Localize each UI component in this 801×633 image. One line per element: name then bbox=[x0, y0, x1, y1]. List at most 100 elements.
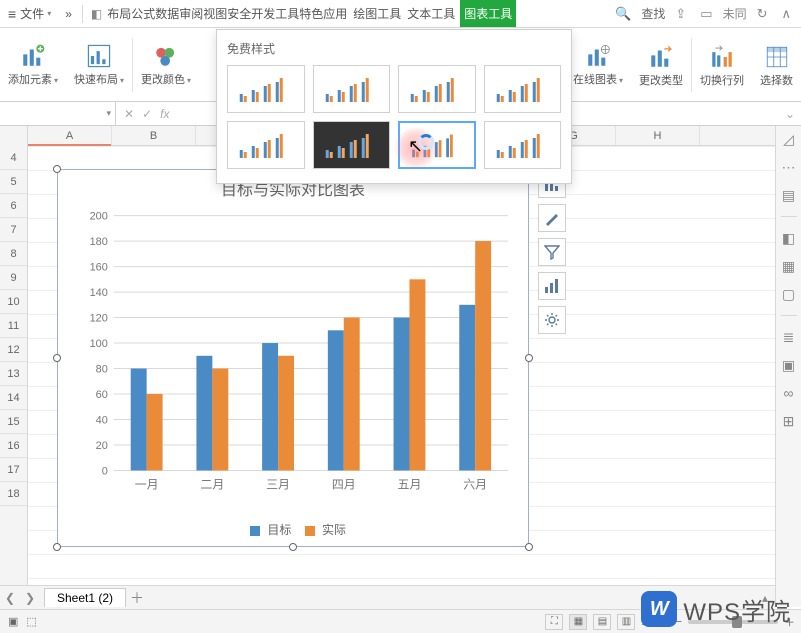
row-header[interactable]: 12 bbox=[0, 338, 27, 362]
popover-title: 免费样式 bbox=[227, 40, 561, 57]
side-select-icon[interactable]: ◿ bbox=[780, 130, 798, 148]
chart-filter-button[interactable] bbox=[538, 238, 566, 266]
side-link-icon[interactable]: ∞ bbox=[780, 384, 798, 402]
menu-more[interactable]: » bbox=[59, 7, 78, 21]
expand-fx-icon[interactable]: ⌄ bbox=[779, 107, 801, 121]
chevron-down-icon: ▾ bbox=[106, 108, 111, 119]
tab-prev[interactable]: ◧ bbox=[87, 0, 106, 27]
chart-legend[interactable]: 目标 实际 bbox=[58, 521, 528, 538]
view-pagebreak-icon[interactable]: ▥ bbox=[617, 614, 635, 630]
window-icon[interactable]: ▭ bbox=[696, 6, 716, 22]
sheet-nav-prev[interactable]: ❮ bbox=[0, 591, 20, 605]
resize-handle[interactable] bbox=[525, 354, 533, 362]
sheet-tab[interactable]: Sheet1 (2) bbox=[44, 588, 126, 607]
style-thumb-1[interactable] bbox=[227, 65, 305, 113]
ribbon-select-data[interactable]: 选择数 bbox=[752, 28, 801, 101]
view-pagelayout-icon[interactable]: ▤ bbox=[593, 614, 611, 630]
row-header[interactable]: 10 bbox=[0, 290, 27, 314]
style-thumb-8[interactable] bbox=[484, 121, 562, 169]
style-thumb-6[interactable] bbox=[313, 121, 391, 169]
side-layers-icon[interactable]: ▤ bbox=[780, 186, 798, 204]
ribbon-change-type-label: 更改类型 bbox=[639, 75, 683, 87]
record-macro-icon[interactable]: ▣ bbox=[8, 615, 18, 628]
ribbon-add-element[interactable]: 添加元素 bbox=[0, 28, 66, 101]
style-thumb-3[interactable] bbox=[398, 65, 476, 113]
resize-handle[interactable] bbox=[53, 543, 61, 551]
side-more-icon[interactable]: ⋯ bbox=[780, 158, 798, 176]
row-header[interactable]: 8 bbox=[0, 242, 27, 266]
row-header[interactable]: 6 bbox=[0, 194, 27, 218]
svg-text:100: 100 bbox=[90, 338, 108, 350]
tab-chart-tools[interactable]: 图表工具 bbox=[460, 0, 516, 27]
chart-settings-button[interactable] bbox=[538, 306, 566, 334]
share-icon[interactable]: ⇪ bbox=[671, 6, 690, 22]
svg-text:80: 80 bbox=[96, 364, 108, 376]
resize-handle[interactable] bbox=[53, 165, 61, 173]
thumb-chart-icon bbox=[232, 126, 300, 162]
name-box[interactable]: ▾ bbox=[0, 102, 116, 125]
chart-stats-button[interactable] bbox=[538, 272, 566, 300]
side-bars-icon[interactable]: ≣ bbox=[780, 328, 798, 346]
style-thumb-2[interactable] bbox=[313, 65, 391, 113]
sheet-grid[interactable]: 目标与实际对比图表 020406080100120140160180200一月二… bbox=[28, 146, 775, 607]
switch-rowcol-icon bbox=[708, 43, 736, 71]
column-header[interactable]: A bbox=[28, 126, 112, 145]
ribbon-online-chart[interactable]: 在线图表 bbox=[565, 28, 631, 101]
resize-handle[interactable] bbox=[53, 354, 61, 362]
side-grid-icon[interactable]: ▦ bbox=[780, 257, 798, 275]
svg-text:四月: 四月 bbox=[332, 477, 356, 491]
collapse-ribbon-icon[interactable]: ∧ bbox=[777, 6, 795, 22]
file-label: 文件 bbox=[20, 5, 44, 22]
ribbon-switch-rowcol[interactable]: 切换行列 bbox=[692, 28, 752, 101]
tabs-compact[interactable]: 布局公式数据审阅视图安全开发工具特色应用 bbox=[106, 0, 348, 27]
row-header[interactable]: 15 bbox=[0, 410, 27, 434]
file-menu[interactable]: ≡ 文件 ▾ bbox=[0, 0, 59, 27]
row-header[interactable]: 11 bbox=[0, 314, 27, 338]
row-header[interactable]: 14 bbox=[0, 386, 27, 410]
style-thumb-4[interactable] bbox=[484, 65, 562, 113]
side-shape-icon[interactable]: ◧ bbox=[780, 229, 798, 247]
ribbon-change-color[interactable]: 更改颜色 bbox=[133, 28, 199, 101]
fx-enter-icon[interactable]: ✓ bbox=[142, 107, 152, 121]
embedded-chart[interactable]: 目标与实际对比图表 020406080100120140160180200一月二… bbox=[57, 169, 529, 547]
side-box-icon[interactable]: ▢ bbox=[780, 285, 798, 303]
tab-text-tools[interactable]: 文本工具 bbox=[406, 0, 456, 27]
legend-label-1: 目标 bbox=[267, 523, 291, 537]
resize-handle[interactable] bbox=[525, 543, 533, 551]
style-thumb-7[interactable] bbox=[398, 121, 476, 169]
resize-handle[interactable] bbox=[289, 543, 297, 551]
style-thumb-grid bbox=[227, 65, 561, 169]
row-header[interactable]: 17 bbox=[0, 458, 27, 482]
thumb-chart-icon bbox=[318, 70, 386, 106]
hamburger-icon: ≡ bbox=[8, 6, 16, 22]
sheet-nav-next[interactable]: ❯ bbox=[20, 591, 40, 605]
fullscreen-icon[interactable]: ⛶ bbox=[545, 614, 563, 630]
row-header[interactable]: 9 bbox=[0, 266, 27, 290]
fx-icon[interactable]: fx bbox=[160, 107, 169, 121]
column-header[interactable]: H bbox=[616, 126, 700, 145]
tab-draw-tools[interactable]: 绘图工具 bbox=[352, 0, 402, 27]
side-image-icon[interactable]: ▣ bbox=[780, 356, 798, 374]
row-header[interactable]: 13 bbox=[0, 362, 27, 386]
row-header[interactable]: 16 bbox=[0, 434, 27, 458]
row-header[interactable]: 18 bbox=[0, 482, 27, 506]
ribbon-change-type[interactable]: 更改类型 bbox=[631, 28, 691, 101]
chart-plot-area[interactable]: 020406080100120140160180200一月二月三月四月五月六月 bbox=[68, 204, 518, 502]
chart-style-button[interactable] bbox=[538, 204, 566, 232]
row-header[interactable]: 7 bbox=[0, 218, 27, 242]
svg-text:120: 120 bbox=[90, 313, 108, 325]
sync-icon[interactable]: ↻ bbox=[753, 6, 772, 22]
search-label[interactable]: 查找 bbox=[641, 5, 665, 22]
add-sheet-button[interactable]: ＋ bbox=[126, 588, 148, 608]
search-icon[interactable]: 🔍 bbox=[611, 6, 635, 22]
fx-cancel-icon[interactable]: ✕ bbox=[124, 107, 134, 121]
ribbon-quick-layout[interactable]: 快速布局 bbox=[66, 28, 132, 101]
style-thumb-5[interactable] bbox=[227, 121, 305, 169]
row-header[interactable]: 4 bbox=[0, 146, 27, 170]
ribbon-switch-rowcol-label: 切换行列 bbox=[700, 75, 744, 87]
side-calc-icon[interactable]: ⊞ bbox=[780, 412, 798, 430]
row-header[interactable]: 5 bbox=[0, 170, 27, 194]
sync-label: 未同 bbox=[723, 5, 747, 22]
view-normal-icon[interactable]: ▦ bbox=[569, 614, 587, 630]
column-header[interactable]: B bbox=[112, 126, 196, 145]
